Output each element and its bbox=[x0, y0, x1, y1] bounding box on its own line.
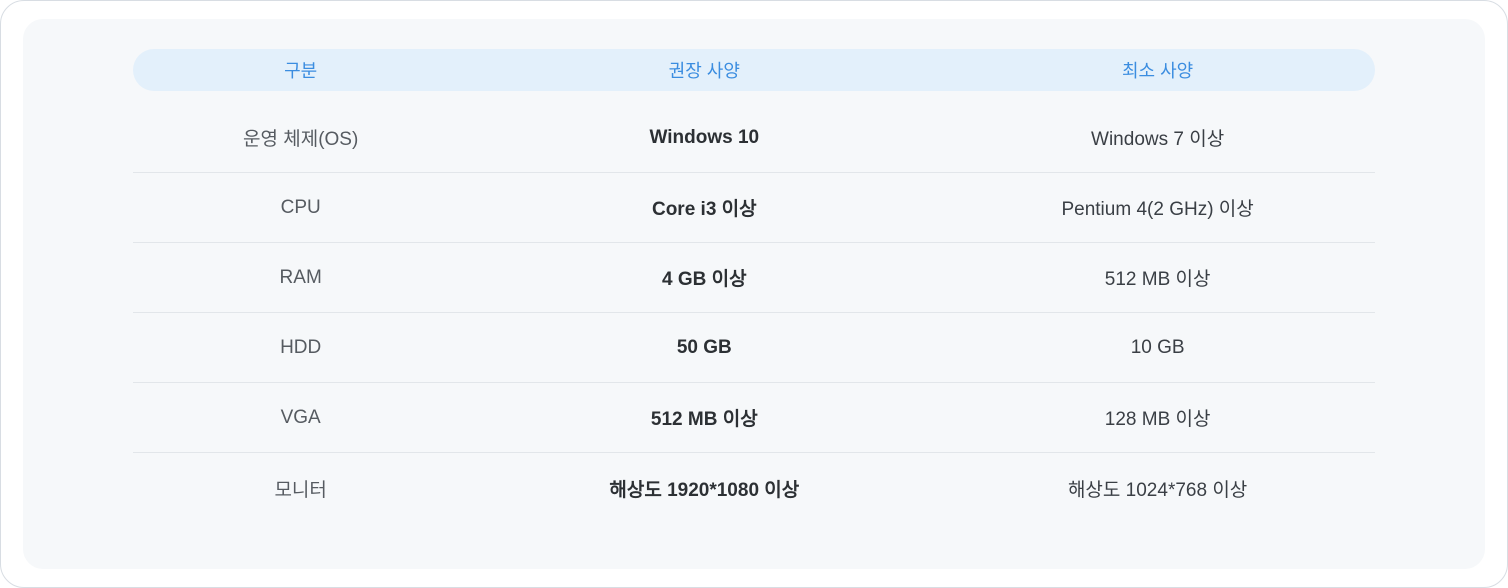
spec-table: 구분 권장 사양 최소 사양 운영 체제(OS) Windows 10 Wind… bbox=[133, 49, 1375, 523]
header-minimum: 최소 사양 bbox=[940, 57, 1375, 83]
row-recommended: 512 MB 이상 bbox=[468, 404, 940, 431]
header-recommended: 권장 사양 bbox=[468, 57, 940, 83]
row-minimum: 10 GB bbox=[940, 337, 1375, 359]
row-minimum: 해상도 1024*768 이상 bbox=[940, 475, 1375, 502]
outer-frame: 구분 권장 사양 최소 사양 운영 체제(OS) Windows 10 Wind… bbox=[0, 0, 1508, 588]
row-minimum: 128 MB 이상 bbox=[940, 404, 1375, 431]
row-label: VGA bbox=[133, 407, 468, 429]
row-recommended: Windows 10 bbox=[468, 127, 940, 149]
spec-panel: 구분 권장 사양 최소 사양 운영 체제(OS) Windows 10 Wind… bbox=[23, 19, 1485, 569]
header-category: 구분 bbox=[133, 57, 468, 83]
row-label: CPU bbox=[133, 197, 468, 219]
row-minimum: 512 MB 이상 bbox=[940, 264, 1375, 291]
table-row: CPU Core i3 이상 Pentium 4(2 GHz) 이상 bbox=[133, 173, 1375, 243]
row-label: 모니터 bbox=[133, 475, 468, 502]
table-row: HDD 50 GB 10 GB bbox=[133, 313, 1375, 383]
row-recommended: Core i3 이상 bbox=[468, 194, 940, 221]
table-row: 모니터 해상도 1920*1080 이상 해상도 1024*768 이상 bbox=[133, 453, 1375, 523]
table-row: 운영 체제(OS) Windows 10 Windows 7 이상 bbox=[133, 103, 1375, 173]
row-minimum: Windows 7 이상 bbox=[940, 124, 1375, 151]
table-row: RAM 4 GB 이상 512 MB 이상 bbox=[133, 243, 1375, 313]
row-minimum: Pentium 4(2 GHz) 이상 bbox=[940, 194, 1375, 221]
row-label: 운영 체제(OS) bbox=[133, 124, 468, 151]
row-recommended: 4 GB 이상 bbox=[468, 264, 940, 291]
row-label: HDD bbox=[133, 337, 468, 359]
table-header-row: 구분 권장 사양 최소 사양 bbox=[133, 49, 1375, 91]
table-row: VGA 512 MB 이상 128 MB 이상 bbox=[133, 383, 1375, 453]
row-label: RAM bbox=[133, 267, 468, 289]
row-recommended: 50 GB bbox=[468, 337, 940, 359]
row-recommended: 해상도 1920*1080 이상 bbox=[468, 475, 940, 502]
